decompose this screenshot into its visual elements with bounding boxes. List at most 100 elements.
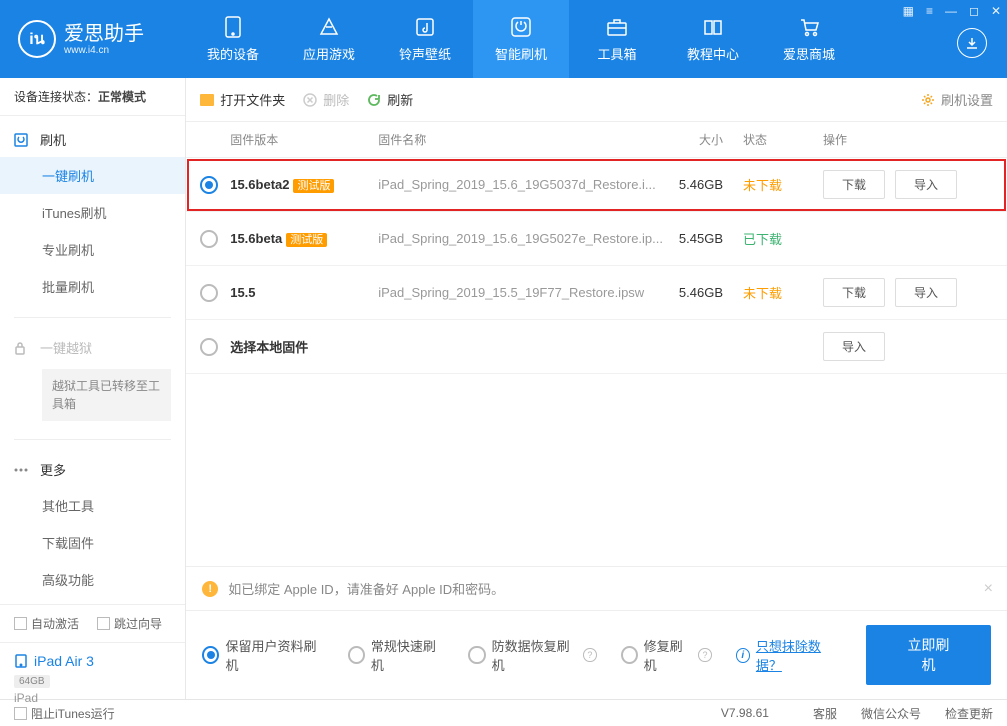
version-cell: 15.5: [230, 285, 378, 300]
opt-repair[interactable]: 修复刷机?: [621, 636, 712, 674]
jailbreak-notice: 越狱工具已转移至工具箱: [42, 369, 171, 421]
filename-cell: iPad_Spring_2019_15.6_19G5037d_Restore.i…: [378, 177, 663, 192]
connection-status: 设备连接状态：正常模式: [0, 78, 185, 116]
table-header: 固件版本 固件名称 大小 状态 操作: [186, 122, 1007, 158]
actions-cell: 导入: [823, 332, 993, 361]
erase-data-link[interactable]: 只想抹除数据？: [756, 636, 842, 674]
help-icon[interactable]: ?: [698, 648, 711, 662]
sidebar-options: 自动激活 跳过向导: [0, 604, 185, 642]
open-folder-button[interactable]: 打开文件夹: [200, 90, 285, 109]
flash-icon: [508, 16, 534, 38]
firmware-row[interactable]: 15.6beta测试版 iPad_Spring_2019_15.6_19G502…: [186, 212, 1007, 266]
actions-cell: 下载导入: [823, 278, 993, 307]
maximize-icon[interactable]: ◻: [969, 4, 979, 18]
header: ▦ ≡ — ◻ ✕ iน 爱思助手 www.i4.cn 我的设备 应用游戏 铃声…: [0, 0, 1007, 78]
grid-icon[interactable]: ▦: [903, 4, 914, 18]
stop-itunes-checkbox[interactable]: 阻止iTunes运行: [14, 705, 115, 722]
app-subtitle: www.i4.cn: [64, 45, 144, 56]
nav: 我的设备 应用游戏 铃声壁纸 智能刷机 工具箱 教程中心 爱思商城: [185, 0, 1007, 78]
close-icon[interactable]: ✕: [991, 4, 1001, 18]
firmware-row[interactable]: 选择本地固件 导入: [186, 320, 1007, 374]
check-update-link[interactable]: 检查更新: [945, 705, 993, 722]
beta-badge: 测试版: [286, 233, 327, 247]
support-link[interactable]: 客服: [813, 705, 837, 722]
nav-smart-flash[interactable]: 智能刷机: [473, 0, 569, 78]
row-radio[interactable]: [200, 230, 218, 248]
nav-store[interactable]: 爱思商城: [761, 0, 857, 78]
row-radio[interactable]: [200, 338, 218, 356]
sidebar-item-advanced[interactable]: 高级功能: [0, 561, 185, 598]
flash-small-icon: [14, 133, 32, 147]
beta-badge: 测试版: [293, 179, 334, 193]
download-icon[interactable]: [957, 28, 987, 58]
flash-settings-button[interactable]: 刷机设置: [921, 90, 993, 109]
firmware-row[interactable]: 15.6beta2测试版 iPad_Spring_2019_15.6_19G50…: [186, 158, 1007, 212]
version-cell: 15.6beta2测试版: [230, 177, 378, 193]
sidebar-jailbreak-head: 一键越狱: [0, 330, 185, 365]
wechat-link[interactable]: 微信公众号: [861, 705, 921, 722]
size-cell: 5.46GB: [663, 177, 743, 192]
warning-icon: !: [202, 581, 218, 597]
opt-normal[interactable]: 常规快速刷机: [348, 636, 445, 674]
version-label: V7.98.61: [721, 706, 769, 720]
delete-icon: [303, 93, 317, 107]
sidebar-item-pro[interactable]: 专业刷机: [0, 231, 185, 268]
sidebar-item-other[interactable]: 其他工具: [0, 487, 185, 524]
menu-icon[interactable]: ≡: [926, 4, 933, 18]
col-actions: 操作: [823, 131, 993, 148]
folder-icon: [200, 94, 214, 106]
gear-icon: [921, 93, 935, 107]
device-storage-badge: 64GB: [14, 675, 50, 688]
sidebar-item-download[interactable]: 下载固件: [0, 524, 185, 561]
info-icon: i: [736, 648, 750, 663]
opt-anti-recovery[interactable]: 防数据恢复刷机?: [468, 636, 596, 674]
download-button[interactable]: 下载: [823, 170, 885, 199]
book-icon: [700, 16, 726, 38]
bottom-panel: ! 如已绑定 Apple ID，请准备好 Apple ID和密码。 × 保留用户…: [186, 566, 1007, 699]
delete-button[interactable]: 删除: [303, 90, 349, 109]
nav-ringtones[interactable]: 铃声壁纸: [377, 0, 473, 78]
size-cell: 5.46GB: [663, 285, 743, 300]
flash-options: 保留用户资料刷机 常规快速刷机 防数据恢复刷机? 修复刷机? i 只想抹除数据？…: [186, 611, 1007, 699]
nav-apps[interactable]: 应用游戏: [281, 0, 377, 78]
flash-now-button[interactable]: 立即刷机: [866, 625, 991, 685]
sidebar-item-oneclick[interactable]: 一键刷机: [0, 157, 185, 194]
nav-tutorial[interactable]: 教程中心: [665, 0, 761, 78]
toolbar: 打开文件夹 删除 刷新 刷机设置: [186, 78, 1007, 122]
device-type-label: iPad: [14, 691, 171, 705]
import-button[interactable]: 导入: [895, 278, 957, 307]
sidebar-item-itunes[interactable]: iTunes刷机: [0, 194, 185, 231]
sidebar-flash-head[interactable]: 刷机: [0, 122, 185, 157]
status-cell: 未下载: [743, 175, 823, 194]
cart-icon: [796, 16, 822, 38]
auto-activate-checkbox[interactable]: 自动激活: [14, 615, 79, 632]
import-button[interactable]: 导入: [895, 170, 957, 199]
filename-cell: iPad_Spring_2019_15.5_19F77_Restore.ipsw: [378, 285, 663, 300]
skip-guide-checkbox[interactable]: 跳过向导: [97, 615, 162, 632]
refresh-button[interactable]: 刷新: [367, 90, 413, 109]
col-version: 固件版本: [230, 131, 378, 148]
opt-keep-data[interactable]: 保留用户资料刷机: [202, 636, 323, 674]
ipad-icon: [14, 654, 28, 668]
apple-id-alert: ! 如已绑定 Apple ID，请准备好 Apple ID和密码。 ×: [186, 567, 1007, 611]
alert-close-button[interactable]: ×: [984, 580, 993, 598]
row-radio[interactable]: [200, 284, 218, 302]
sidebar-more-head[interactable]: 更多: [0, 452, 185, 487]
logo-mark-icon: iน: [18, 20, 56, 58]
firmware-row[interactable]: 15.5 iPad_Spring_2019_15.5_19F77_Restore…: [186, 266, 1007, 320]
nav-my-device[interactable]: 我的设备: [185, 0, 281, 78]
col-status: 状态: [743, 131, 823, 148]
row-radio[interactable]: [200, 176, 218, 194]
download-button[interactable]: 下载: [823, 278, 885, 307]
sidebar-item-batch[interactable]: 批量刷机: [0, 268, 185, 305]
filename-cell: iPad_Spring_2019_15.6_19G5027e_Restore.i…: [378, 231, 663, 246]
nav-toolbox[interactable]: 工具箱: [569, 0, 665, 78]
sidebar: 设备连接状态：正常模式 刷机 一键刷机 iTunes刷机 专业刷机 批量刷机 一…: [0, 78, 186, 699]
more-icon: [14, 468, 32, 472]
device-name-label: iPad Air 3: [34, 653, 94, 669]
toolbox-icon: [604, 16, 630, 38]
help-icon[interactable]: ?: [583, 648, 596, 662]
refresh-icon: [367, 93, 381, 107]
import-button[interactable]: 导入: [823, 332, 885, 361]
minimize-icon[interactable]: —: [945, 4, 957, 18]
